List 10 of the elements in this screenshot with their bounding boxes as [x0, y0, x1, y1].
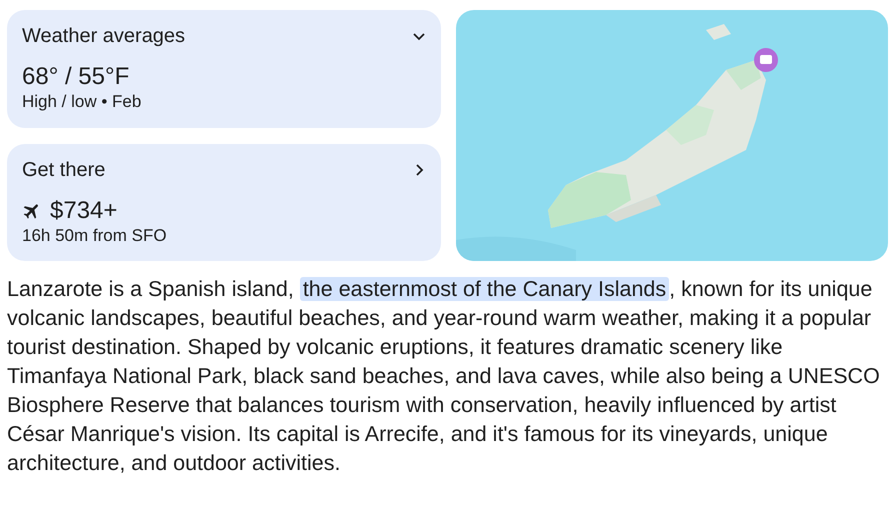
- card-title: Weather averages: [22, 24, 186, 48]
- highlight-link[interactable]: the easternmost of the Canary Islands: [300, 277, 670, 301]
- travel-card[interactable]: Get there $734+ 16h 50m from SFO: [7, 144, 441, 261]
- temperature-text: 68° / 55°F: [22, 62, 130, 92]
- card-title: Get there: [22, 158, 106, 182]
- temperature-caption: High / low • Feb: [22, 92, 142, 112]
- weather-card[interactable]: Weather averages 68° / 55°F High / low • Feb: [7, 10, 441, 128]
- flight-duration-text: 16h 50m from SFO: [22, 226, 168, 246]
- price-text: $734+: [50, 196, 118, 226]
- description-paragraph: Lanzarote is a Spanish island, the easternmost of the Canary Islands, known for its unique volcanic landscapes, beautiful beaches, and year-round warm weather, making it a popular tourist destination. Shaped by volcanic eruptions, it features dramatic scenery like Timanfaya National Park, black sand beaches, and lava caves, while also being a UNESCO Biosphere Reserve that balances tourism with conservation, heavily influenced by artist César Manrique's vision. Its capital is Arrecife, and it's famous for its vineyards, unique architecture, and outdoor activities.: [7, 276, 881, 477]
